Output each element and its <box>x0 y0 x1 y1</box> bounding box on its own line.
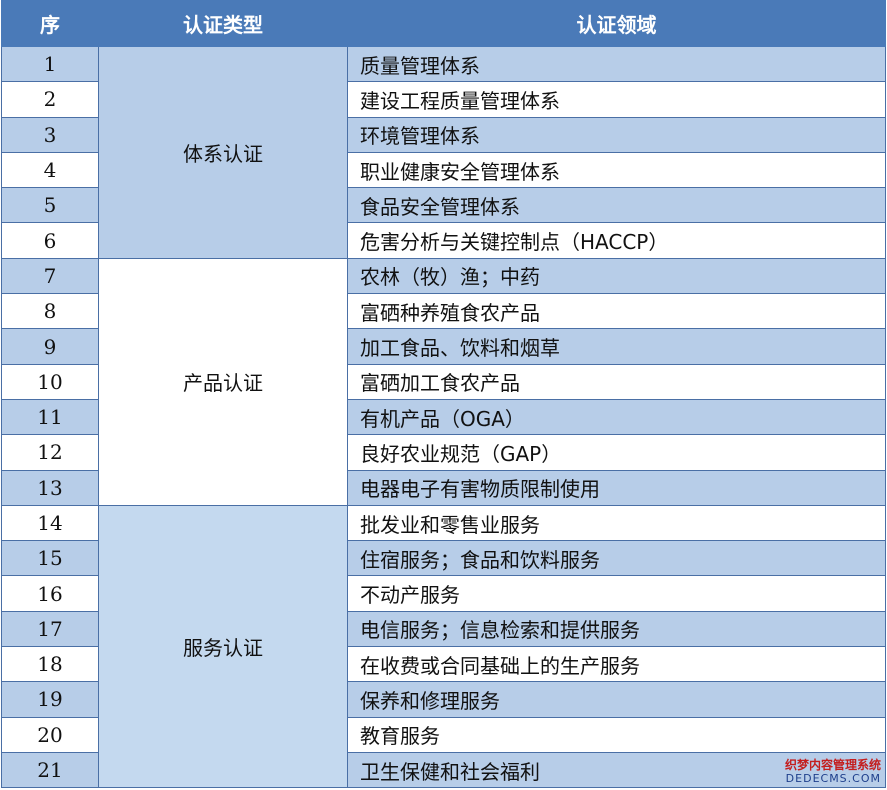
row-num: 15 <box>1 540 99 577</box>
table-row: 1 体系认证 质量管理体系 <box>1 45 886 259</box>
table-body: 1 体系认证 质量管理体系 2 建设工程质量管理体系 3 环境管理体系 4 职业… <box>1 45 886 789</box>
row-domain: 住宿服务；食品和饮料服务 <box>347 540 886 577</box>
row-num: 9 <box>1 328 99 365</box>
row-num: 12 <box>1 434 99 471</box>
header-type: 认证类型 <box>98 0 348 47</box>
row-domain: 环境管理体系 <box>347 116 886 153</box>
cert-type-system: 体系认证 <box>98 46 348 259</box>
row-domain: 电器电子有害物质限制使用 <box>347 469 886 506</box>
row-domain: 农林（牧）渔；中药 <box>347 257 886 295</box>
row-num: 16 <box>1 575 99 612</box>
header-num: 序 <box>1 0 99 47</box>
cert-type-product: 产品认证 <box>98 257 348 506</box>
row-num: 19 <box>1 681 99 718</box>
table-row: 7 产品认证 农林（牧）渔；中药 <box>1 257 886 506</box>
row-num: 21 <box>1 751 99 789</box>
row-num: 6 <box>1 222 99 259</box>
row-domain: 富硒加工食农产品 <box>347 363 886 400</box>
certification-table: 序 认证类型 认证领域 1 体系认证 质量管理体系 2 建设工程质量管理体系 3… <box>1 0 886 789</box>
row-domain: 在收费或合同基础上的生产服务 <box>347 646 886 683</box>
row-num: 4 <box>1 151 99 189</box>
cert-type-service: 服务认证 <box>98 504 348 789</box>
row-domain: 教育服务 <box>347 716 886 753</box>
row-domain: 危害分析与关键控制点（HACCP） <box>347 222 886 259</box>
watermark: 织梦内容管理系统 DEDECMS.COM <box>785 758 881 786</box>
row-domain: 电信服务；信息检索和提供服务 <box>347 610 886 648</box>
row-num: 18 <box>1 646 99 683</box>
row-num: 14 <box>1 504 99 542</box>
row-domain: 建设工程质量管理体系 <box>347 81 886 118</box>
row-domain: 不动产服务 <box>347 575 886 612</box>
row-domain: 有机产品（OGA） <box>347 398 886 436</box>
row-domain: 富硒种养殖食农产品 <box>347 293 886 330</box>
row-num: 5 <box>1 187 99 224</box>
header-domain: 认证领域 <box>347 0 886 47</box>
table-row: 14 服务认证 批发业和零售业服务 <box>1 504 886 789</box>
row-num: 2 <box>1 81 99 118</box>
row-num: 8 <box>1 293 99 330</box>
row-num: 3 <box>1 116 99 153</box>
row-domain: 质量管理体系 <box>347 45 886 83</box>
row-domain: 批发业和零售业服务 <box>347 504 886 542</box>
table-header-row: 序 认证类型 认证领域 <box>1 0 886 47</box>
row-domain: 良好农业规范（GAP） <box>347 434 886 471</box>
row-num: 20 <box>1 716 99 753</box>
watermark-line2: DEDECMS.COM <box>785 772 881 785</box>
watermark-line1: 织梦内容管理系统 <box>784 758 881 772</box>
row-num: 11 <box>1 398 99 436</box>
row-num: 13 <box>1 469 99 506</box>
row-domain: 职业健康安全管理体系 <box>347 151 886 189</box>
row-num: 7 <box>1 257 99 295</box>
row-num: 10 <box>1 363 99 400</box>
row-domain: 保养和修理服务 <box>347 681 886 718</box>
row-domain: 加工食品、饮料和烟草 <box>347 328 886 365</box>
row-num: 1 <box>1 45 99 83</box>
row-num: 17 <box>1 610 99 648</box>
row-domain: 食品安全管理体系 <box>347 187 886 224</box>
